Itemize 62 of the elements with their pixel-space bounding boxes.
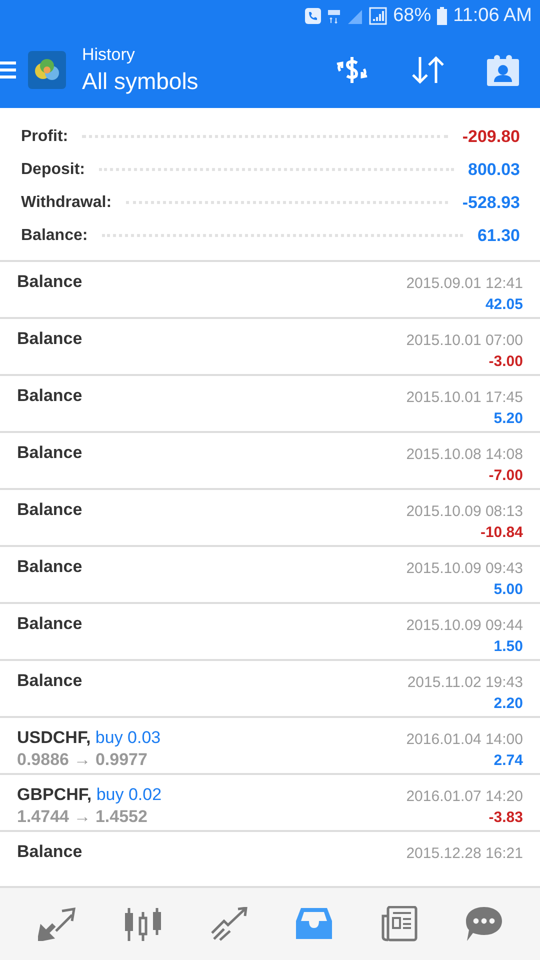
deal-title: Balance (17, 614, 82, 634)
clock: 11:06 AM (453, 5, 532, 27)
deal-time: 2016.01.07 14:20 (406, 788, 523, 805)
summary-value: -528.93 (462, 192, 520, 212)
deal-title: Balance (17, 272, 82, 292)
deal-title: Balance (17, 557, 82, 577)
summary-label: Profit: (21, 128, 68, 146)
summary-label: Balance: (21, 226, 88, 244)
app-logo-icon (28, 51, 66, 89)
deal-title: Balance (17, 386, 82, 406)
deal-time: 2015.10.01 17:45 (406, 389, 523, 406)
deal-title: Balance (17, 500, 82, 520)
deal-profit: 1.50 (494, 638, 523, 655)
menu-icon[interactable] (0, 60, 16, 80)
deal-profit: -3.83 (488, 809, 523, 826)
symbol-filter[interactable]: All symbols (82, 68, 334, 95)
trade-arrows-icon[interactable] (38, 907, 76, 941)
phone-icon (305, 8, 322, 24)
deal-time: 2015.12.28 16:21 (406, 845, 523, 862)
deal-title: Balance (17, 329, 82, 349)
deal-prices: 0.9886 → 0.9977 (17, 750, 148, 770)
screen-title: History (82, 45, 136, 65)
summary-value: 800.03 (468, 160, 520, 180)
signal-icon (369, 7, 388, 25)
candlestick-icon[interactable] (122, 907, 162, 941)
deal-title: USDCHF, buy 0.03 (17, 728, 161, 748)
deal-title: Balance (17, 671, 82, 691)
deal-profit: -7.00 (488, 467, 523, 484)
deal-profit: 2.20 (494, 695, 523, 712)
chat-icon[interactable] (464, 906, 502, 942)
deal-prices: 1.4744 → 1.4552 (17, 807, 148, 827)
inbox-icon[interactable] (294, 907, 332, 941)
currency-exchange-icon[interactable] (334, 55, 370, 85)
deal-profit: 5.20 (494, 410, 523, 427)
deal-profit: -3.00 (488, 353, 523, 370)
deal-profit: -10.84 (480, 524, 523, 541)
calendar-person-icon[interactable] (486, 54, 520, 86)
battery-percent: 68% (393, 5, 432, 27)
newspaper-icon[interactable] (380, 906, 418, 942)
deal-time: 2015.10.09 09:44 (406, 617, 523, 634)
deal-profit: 5.00 (494, 581, 523, 598)
summary-label: Withdrawal: (21, 194, 112, 212)
summary-label: Deposit: (21, 160, 85, 178)
signal-icon (347, 8, 364, 24)
deal-title: Balance (17, 842, 82, 862)
deal-time: 2015.10.08 14:08 (406, 446, 523, 463)
deal-time: 2016.01.04 14:00 (406, 731, 523, 748)
deal-profit: 2.74 (494, 752, 523, 769)
battery-icon (437, 7, 448, 25)
deal-time: 2015.10.09 09:43 (406, 560, 523, 577)
sort-icon[interactable] (410, 55, 446, 85)
deal-profit: 42.05 (485, 296, 523, 313)
deal-time: 2015.10.01 07:00 (406, 332, 523, 349)
trend-chart-icon[interactable] (210, 907, 248, 941)
network-icon (327, 8, 342, 24)
summary-value: 61.30 (477, 226, 520, 246)
deal-time: 2015.11.02 19:43 (407, 674, 523, 691)
summary-value: -209.80 (462, 126, 520, 146)
deal-time: 2015.10.09 08:13 (406, 503, 523, 520)
deal-time: 2015.09.01 12:41 (406, 275, 523, 292)
deal-title: GBPCHF, buy 0.02 (17, 785, 162, 805)
deal-title: Balance (17, 443, 82, 463)
